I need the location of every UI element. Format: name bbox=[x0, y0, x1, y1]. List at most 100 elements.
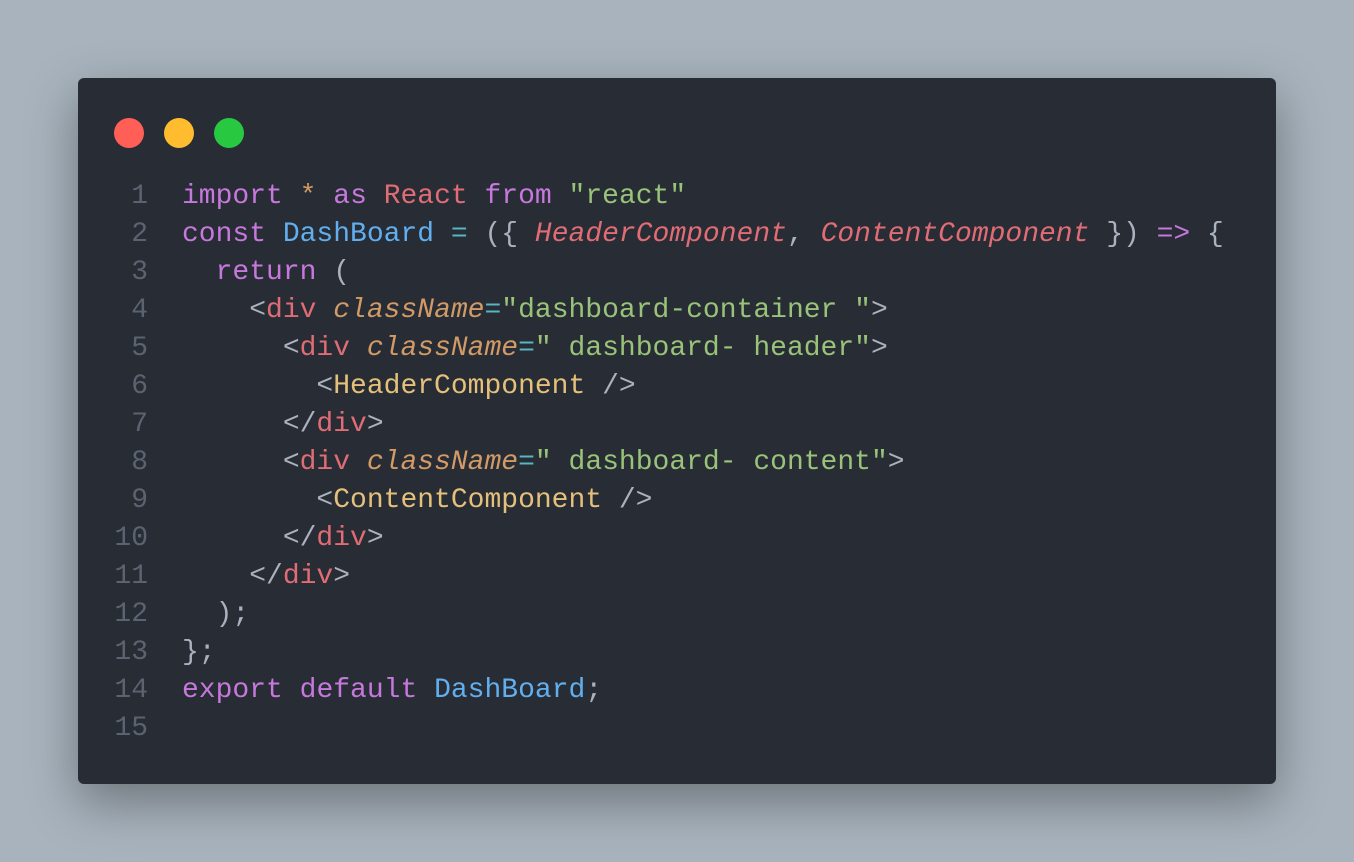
code-token-component: ContentComponent bbox=[333, 485, 603, 516]
line-number: 9 bbox=[131, 485, 148, 516]
code-token-string: "react" bbox=[568, 181, 687, 212]
code-token-punctuation bbox=[434, 219, 451, 250]
code-token-punctuation: ); bbox=[182, 599, 250, 630]
code-token-keyword: => bbox=[1156, 219, 1191, 250]
code-token-keyword: export bbox=[182, 675, 283, 706]
code-line: 6 <HeaderComponent /> bbox=[113, 368, 1224, 406]
line-content: </div> bbox=[182, 520, 384, 558]
code-token-punctuation: </ bbox=[182, 409, 317, 440]
code-token-punctuation: ; bbox=[585, 675, 603, 706]
code-token-punctuation bbox=[367, 181, 384, 212]
code-token-variable: ContentComponent bbox=[820, 219, 1090, 250]
code-token-punctuation: }; bbox=[182, 637, 216, 668]
code-token-punctuation: /> bbox=[585, 371, 636, 402]
code-token-keyword: as bbox=[333, 181, 367, 212]
code-token-punctuation: < bbox=[182, 485, 334, 516]
line-number: 12 bbox=[114, 599, 148, 630]
line-content: }; bbox=[182, 634, 216, 672]
code-token-punctuation bbox=[350, 333, 367, 364]
line-content: <div className=" dashboard- content"> bbox=[182, 444, 905, 482]
code-token-operator: = bbox=[518, 333, 535, 364]
code-line: 14 export default DashBoard; bbox=[113, 672, 1224, 710]
line-content: <div className=" dashboard- header"> bbox=[182, 330, 888, 368]
line-number: 6 bbox=[131, 371, 148, 402]
code-token-punctuation: }) bbox=[1089, 219, 1157, 250]
line-number: 15 bbox=[114, 713, 148, 744]
line-number: 14 bbox=[114, 675, 148, 706]
code-line: 15 bbox=[113, 710, 1224, 748]
code-line: 10 </div> bbox=[113, 520, 1224, 558]
code-token-keyword: const bbox=[182, 219, 267, 250]
code-block[interactable]: 1 import * as React from "react" 2 const Da… bbox=[113, 178, 1224, 748]
code-token-punctuation: </ bbox=[182, 561, 283, 592]
code-line: 9 <ContentComponent /> bbox=[113, 482, 1224, 520]
code-token-keyword: return bbox=[215, 257, 317, 288]
code-token-punctuation bbox=[266, 219, 283, 250]
code-token-variable: div bbox=[316, 523, 367, 554]
maximize-button[interactable] bbox=[214, 118, 244, 148]
line-number: 1 bbox=[131, 181, 148, 212]
code-token-punctuation: < bbox=[182, 295, 267, 326]
code-line: 1 import * as React from "react" bbox=[113, 178, 1224, 216]
code-token-function: DashBoard bbox=[282, 219, 435, 250]
code-token-attribute: className bbox=[366, 447, 519, 478]
code-token-punctuation bbox=[316, 295, 333, 326]
line-content: ); bbox=[182, 596, 250, 634]
line-number: 5 bbox=[131, 333, 148, 364]
line-content: </div> bbox=[182, 406, 384, 444]
code-token-variable: HeaderComponent bbox=[534, 219, 787, 250]
code-token-string: "dashboard-container " bbox=[501, 295, 871, 326]
code-token-punctuation bbox=[283, 181, 300, 212]
code-token-punctuation bbox=[182, 257, 216, 288]
code-token-keyword: import bbox=[182, 181, 283, 212]
code-token-punctuation: > bbox=[870, 333, 888, 364]
line-content: return ( bbox=[182, 254, 350, 292]
code-token-component: HeaderComponent bbox=[333, 371, 586, 402]
code-token-punctuation bbox=[350, 447, 367, 478]
code-line: 12 ); bbox=[113, 596, 1224, 634]
code-token-punctuation: /> bbox=[602, 485, 653, 516]
code-token-variable: div bbox=[282, 561, 334, 592]
code-line: 8 <div className=" dashboard- content"> bbox=[113, 444, 1224, 482]
code-line: 11 </div> bbox=[113, 558, 1224, 596]
code-line: 7 </div> bbox=[113, 406, 1224, 444]
code-token-attribute: className bbox=[366, 333, 519, 364]
code-token-punctuation: > bbox=[333, 561, 351, 592]
line-content: </div> bbox=[182, 558, 350, 596]
minimize-button[interactable] bbox=[164, 118, 194, 148]
code-token-function: DashBoard bbox=[434, 675, 586, 706]
line-content: <ContentComponent /> bbox=[182, 482, 653, 520]
code-window: 1 import * as React from "react" 2 const Da… bbox=[78, 78, 1276, 784]
code-token-punctuation: > bbox=[366, 409, 384, 440]
code-line: 13}; bbox=[113, 634, 1224, 672]
line-content: <div className="dashboard-container "> bbox=[182, 292, 888, 330]
code-token-variable: div bbox=[316, 409, 367, 440]
code-token-punctuation: > bbox=[887, 447, 905, 478]
code-token-punctuation: > bbox=[870, 295, 888, 326]
code-token-punctuation bbox=[417, 675, 434, 706]
close-button[interactable] bbox=[114, 118, 144, 148]
line-content: <HeaderComponent /> bbox=[182, 368, 636, 406]
line-content: const DashBoard = ({ HeaderComponent, Co… bbox=[182, 216, 1224, 254]
code-token-punctuation bbox=[283, 675, 300, 706]
code-token-punctuation: > bbox=[366, 523, 384, 554]
code-token-punctuation bbox=[468, 181, 485, 212]
code-line: 5 <div className=" dashboard- header"> bbox=[113, 330, 1224, 368]
code-token-punctuation: ( bbox=[316, 257, 351, 288]
line-number: 7 bbox=[131, 409, 148, 440]
code-token-variable: div bbox=[299, 333, 351, 364]
code-token-operator: = bbox=[484, 295, 502, 326]
code-token-punctuation bbox=[316, 181, 333, 212]
code-token-string: " dashboard- content" bbox=[534, 447, 888, 478]
line-number: 10 bbox=[114, 523, 148, 554]
code-token-keyword: default bbox=[299, 675, 418, 706]
line-number: 4 bbox=[131, 295, 148, 326]
code-token-punctuation: </ bbox=[182, 523, 317, 554]
code-token-variable: React bbox=[383, 181, 468, 212]
code-line: 2 const DashBoard = ({ HeaderComponent, C… bbox=[113, 216, 1224, 254]
code-token-punctuation: { bbox=[1190, 219, 1224, 250]
line-number: 11 bbox=[114, 561, 148, 592]
code-token-punctuation: < bbox=[182, 371, 334, 402]
line-number: 13 bbox=[114, 637, 148, 668]
line-content: export default DashBoard; bbox=[182, 672, 602, 710]
